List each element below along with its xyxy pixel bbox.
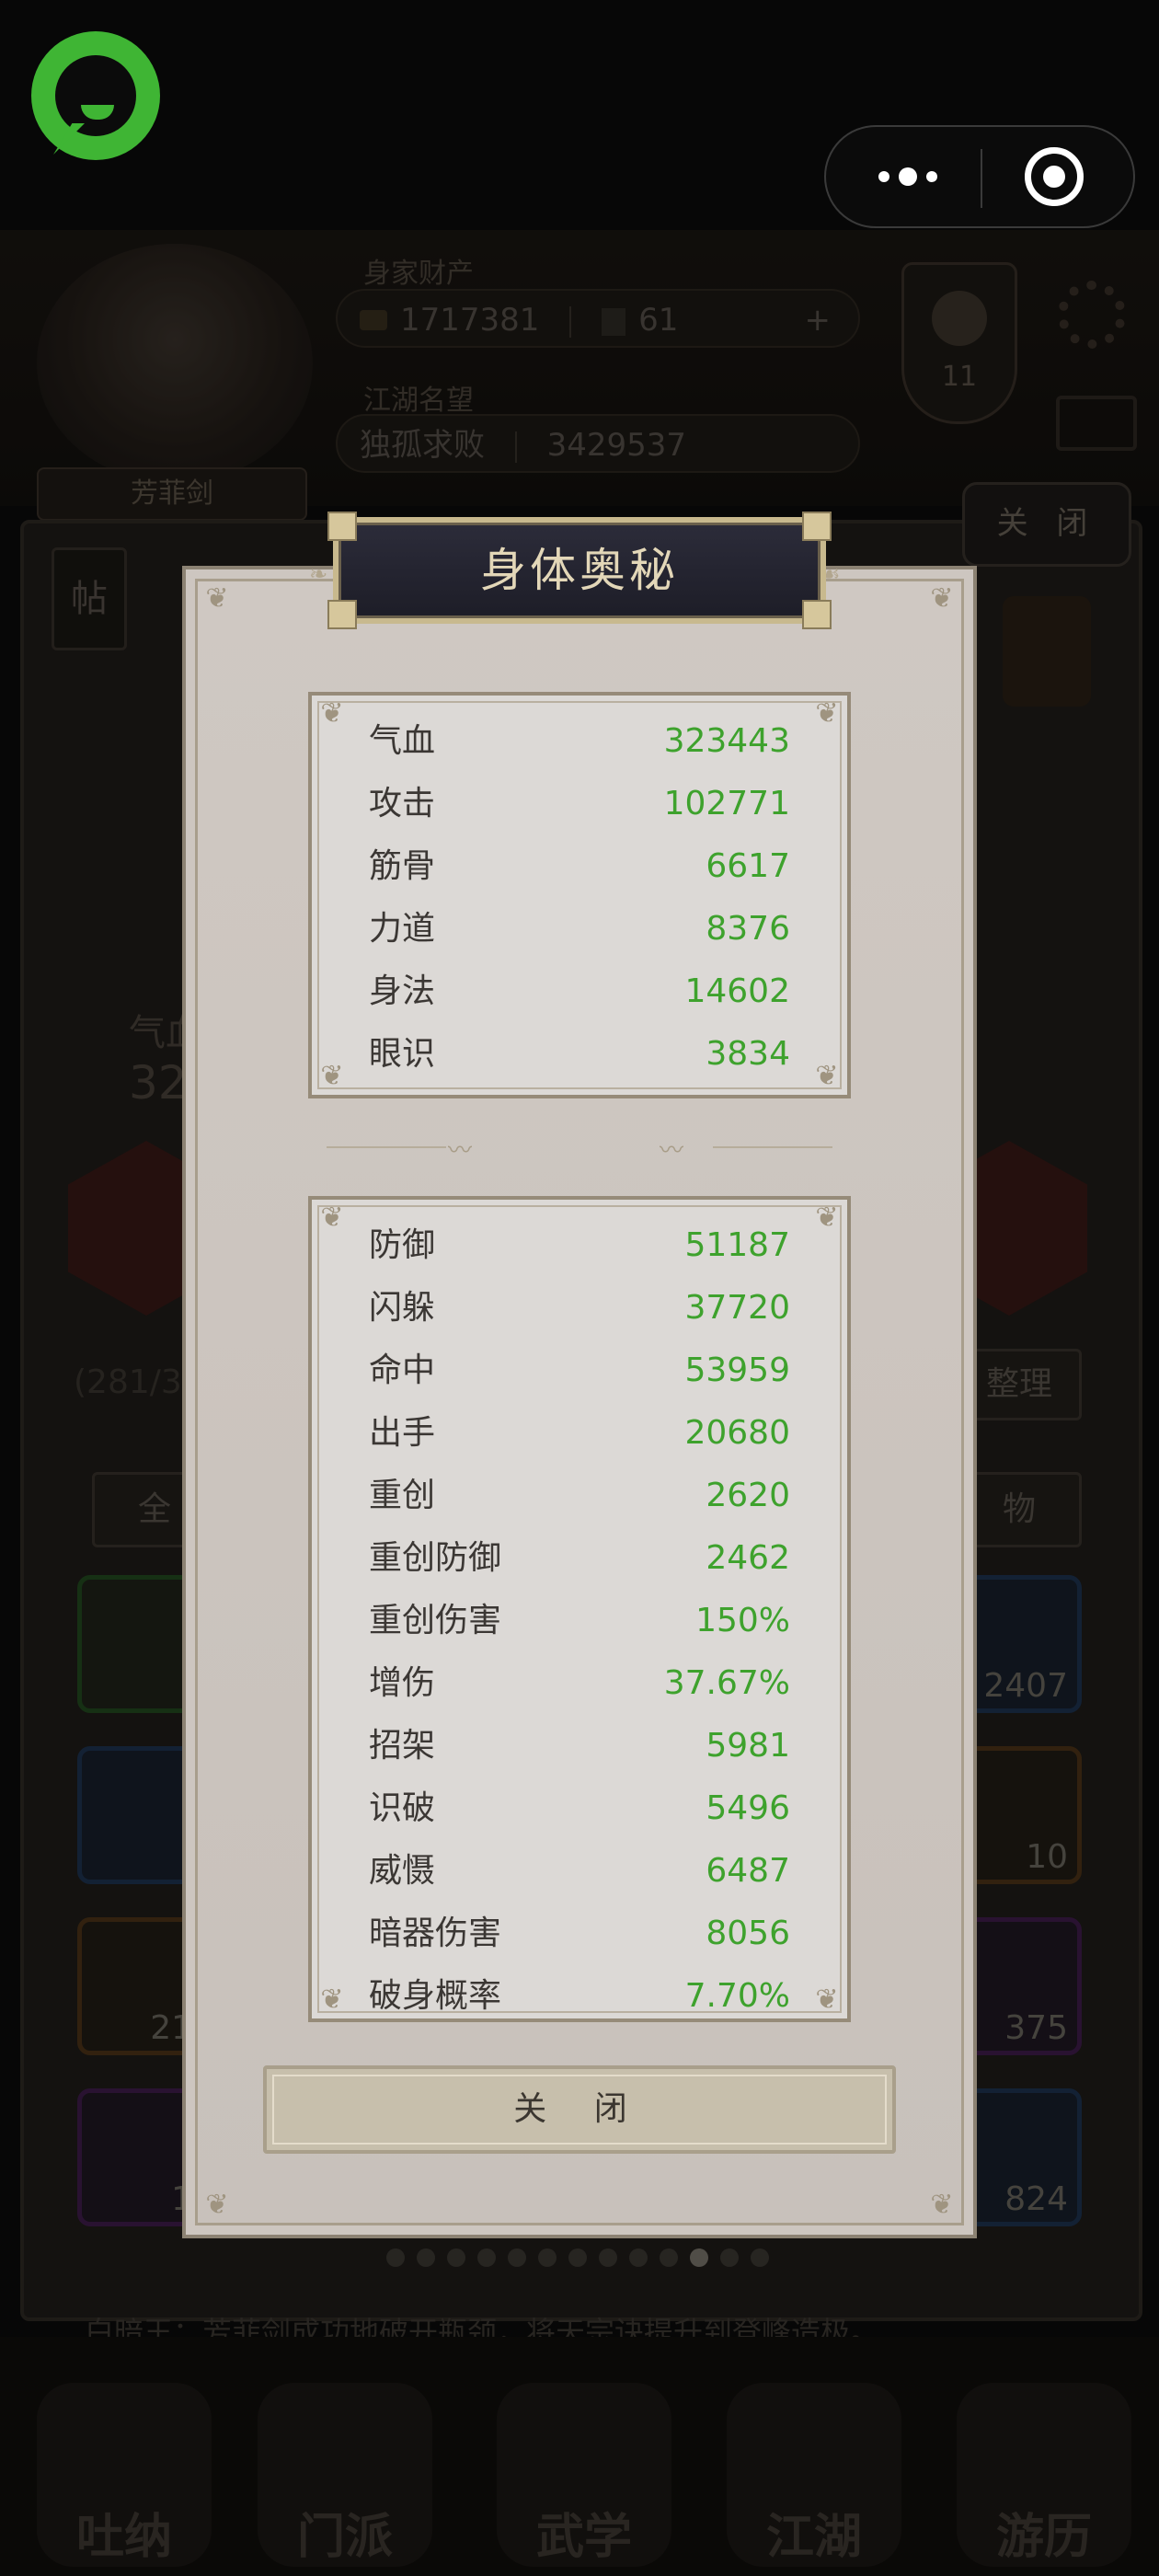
divider-line bbox=[327, 1146, 446, 1148]
stat-name: 筋骨 bbox=[369, 847, 436, 885]
corner-ornament-icon: ❦ bbox=[930, 582, 954, 615]
stat-name: 出手 bbox=[369, 1414, 436, 1452]
stat-row: 身法 14602 bbox=[369, 960, 790, 1023]
stat-row: 出手 20680 bbox=[369, 1402, 790, 1465]
stat-value: 37720 bbox=[684, 1289, 790, 1327]
stat-row: 眼识 3834 bbox=[369, 1023, 790, 1086]
stat-name: 重创 bbox=[369, 1477, 436, 1514]
stat-name: 防御 bbox=[369, 1226, 436, 1264]
stat-value: 53959 bbox=[684, 1351, 790, 1389]
stat-name: 眼识 bbox=[369, 1035, 436, 1073]
modal-title-plate: 身体奥秘 bbox=[327, 512, 832, 629]
divider-line bbox=[713, 1146, 832, 1148]
stat-value: 150% bbox=[695, 1602, 790, 1639]
stat-row: 攻击 102771 bbox=[369, 773, 790, 835]
corner-ornament-icon: ❦ bbox=[205, 2189, 229, 2221]
stat-row: 威慑 6487 bbox=[369, 1840, 790, 1903]
stat-name: 暗器伤害 bbox=[369, 1915, 502, 1952]
stat-value: 2462 bbox=[706, 1539, 790, 1577]
stat-name: 重创防御 bbox=[369, 1539, 502, 1577]
stat-name: 气血 bbox=[369, 722, 436, 760]
stat-row: 命中 53959 bbox=[369, 1340, 790, 1402]
stat-value: 5981 bbox=[706, 1727, 790, 1765]
stat-name: 命中 bbox=[369, 1351, 436, 1389]
corner-ornament-icon: ❦ bbox=[815, 1202, 839, 1234]
primary-stats-box: ❦ ❦ ❦ ❦ 气血 323443 攻击 102771 筋骨 6617 力道 8376 … bbox=[308, 692, 851, 1098]
stat-value: 8376 bbox=[706, 910, 790, 948]
stat-name: 身法 bbox=[369, 972, 436, 1010]
app-logo-inner bbox=[55, 55, 136, 136]
stat-name: 重创伤害 bbox=[369, 1602, 502, 1639]
stat-row: 筋骨 6617 bbox=[369, 835, 790, 898]
section-divider: 〰 〰 bbox=[317, 1137, 842, 1165]
stat-value: 6487 bbox=[706, 1852, 790, 1890]
stat-name: 破身概率 bbox=[369, 1977, 502, 2015]
corner-ornament-icon: ❦ bbox=[320, 697, 344, 730]
stat-row: 重创防御 2462 bbox=[369, 1527, 790, 1590]
stat-value: 14602 bbox=[684, 972, 790, 1010]
stat-row: 力道 8376 bbox=[369, 898, 790, 960]
stat-row: 暗器伤害 8056 bbox=[369, 1903, 790, 1965]
divider-ornament-icon: 〰 bbox=[448, 1137, 473, 1165]
stat-value: 6617 bbox=[706, 847, 790, 885]
stat-row: 重创伤害 150% bbox=[369, 1590, 790, 1652]
stat-value: 20680 bbox=[684, 1414, 790, 1452]
stat-value: 323443 bbox=[663, 722, 790, 760]
stat-row: 增伤 37.67% bbox=[369, 1652, 790, 1715]
stat-row: 防御 51187 bbox=[369, 1214, 790, 1277]
stat-row: 闪躲 37720 bbox=[369, 1277, 790, 1340]
right-wing-ornament-icon: ☙ bbox=[820, 561, 841, 587]
modal-close-button[interactable]: 关 闭 bbox=[263, 2065, 896, 2154]
stat-row: 破身概率 7.70% bbox=[369, 1965, 790, 2018]
corner-ornament-icon: ❦ bbox=[320, 1984, 344, 2016]
stat-name: 力道 bbox=[369, 910, 436, 948]
app-logo-icon bbox=[31, 31, 160, 160]
button-inner-frame bbox=[272, 2075, 887, 2145]
stat-value: 51187 bbox=[684, 1226, 790, 1264]
stat-name: 闪躲 bbox=[369, 1289, 436, 1327]
stat-name: 增伤 bbox=[369, 1664, 436, 1702]
modal-title: 身体奥秘 bbox=[480, 544, 679, 597]
close-mini-program-icon[interactable] bbox=[1025, 147, 1084, 206]
stat-name: 威慑 bbox=[369, 1852, 436, 1890]
stat-value: 3834 bbox=[706, 1035, 790, 1073]
divider-ornament-icon: 〰 bbox=[660, 1137, 684, 1165]
stat-name: 招架 bbox=[369, 1727, 436, 1765]
stat-row: 识破 5496 bbox=[369, 1777, 790, 1840]
stat-value: 2620 bbox=[706, 1477, 790, 1514]
stat-row: 气血 323443 bbox=[369, 710, 790, 773]
corner-ornament-icon: ❦ bbox=[930, 2189, 954, 2221]
corner-ornament-icon: ❦ bbox=[205, 582, 229, 615]
corner-ornament-icon: ❦ bbox=[815, 697, 839, 730]
corner-ornament-icon: ❦ bbox=[815, 1984, 839, 2016]
stat-value: 102771 bbox=[663, 785, 790, 822]
stat-value: 5496 bbox=[706, 1789, 790, 1827]
capsule-divider bbox=[981, 149, 982, 208]
corner-ornament-icon: ❦ bbox=[815, 1060, 839, 1092]
stat-value: 8056 bbox=[706, 1915, 790, 1952]
stat-value: 7.70% bbox=[684, 1977, 790, 2015]
stat-row: 重创 2620 bbox=[369, 1465, 790, 1527]
secondary-stats-box[interactable]: ❦ ❦ ❦ ❦ 防御 51187 闪躲 37720 命中 53959 出手 20680 … bbox=[308, 1196, 851, 2022]
stat-name: 攻击 bbox=[369, 785, 436, 822]
stat-name: 识破 bbox=[369, 1789, 436, 1827]
stat-row: 招架 5981 bbox=[369, 1715, 790, 1777]
corner-ornament-icon: ❦ bbox=[320, 1202, 344, 1234]
corner-ornament-icon: ❦ bbox=[320, 1060, 344, 1092]
more-options-icon[interactable] bbox=[866, 127, 949, 226]
mini-program-capsule bbox=[824, 125, 1135, 228]
stat-value: 37.67% bbox=[663, 1664, 790, 1702]
